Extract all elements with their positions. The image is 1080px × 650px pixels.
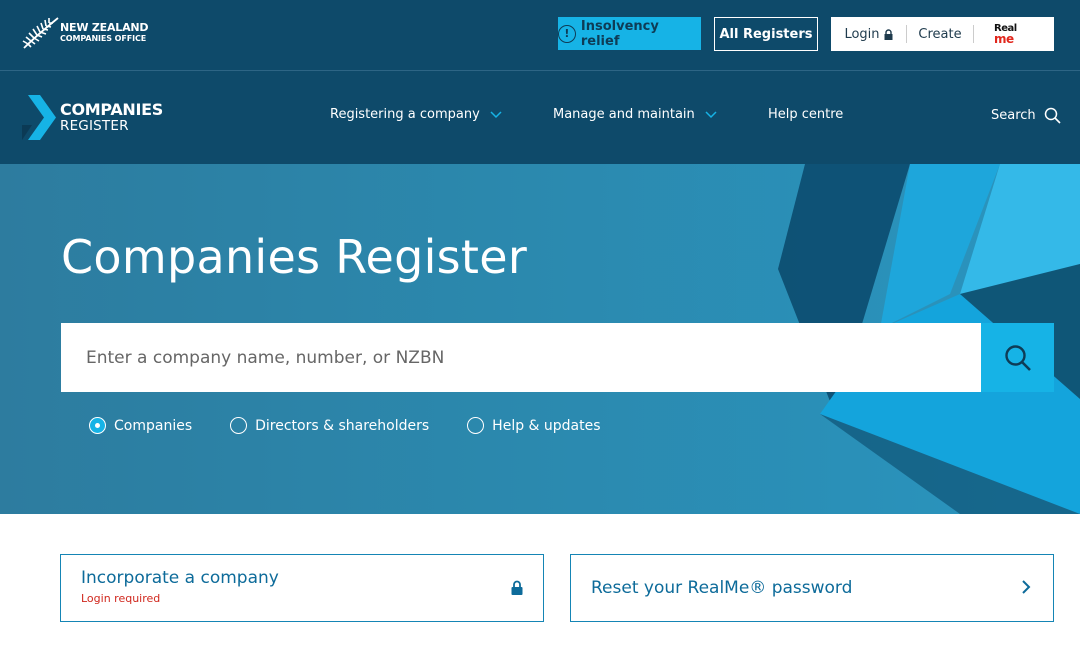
radio-label: Companies: [114, 417, 193, 434]
search-label: Search: [991, 108, 1036, 123]
realme-login-box: Login Create Real me: [831, 17, 1054, 51]
card-title: Reset your RealMe® password: [591, 578, 853, 598]
silver-fern-icon: [22, 17, 59, 49]
nav-manage-maintain[interactable]: Manage and maintain: [553, 107, 717, 122]
login-label: Login: [844, 26, 880, 42]
chevron-right-icon: [1022, 580, 1031, 594]
nav-registering-company[interactable]: Registering a company: [330, 107, 502, 122]
companies-register-logo[interactable]: COMPANIES REGISTER: [22, 95, 163, 140]
search-icon: [1044, 107, 1061, 124]
company-search-input[interactable]: [61, 323, 981, 392]
nav-label: Manage and maintain: [553, 107, 695, 122]
nav-label: Registering a company: [330, 107, 480, 122]
radio-help-updates[interactable]: Help & updates: [467, 417, 601, 434]
radio-selected-icon: [89, 417, 106, 434]
chevron-down-icon: [705, 110, 717, 118]
hero-banner: Companies Register Companies Directors &…: [0, 164, 1080, 514]
realme-logo[interactable]: Real me: [994, 24, 1017, 46]
radio-unselected-icon: [467, 417, 485, 434]
nav-label: Help centre: [768, 107, 844, 122]
radio-companies[interactable]: Companies: [89, 417, 192, 434]
all-registers-button[interactable]: All Registers: [714, 17, 818, 51]
login-link[interactable]: Login: [831, 27, 906, 42]
nz-companies-office-logo[interactable]: NEW ZEALAND COMPANIES OFFICE: [20, 14, 149, 52]
incorporate-company-card[interactable]: Incorporate a company Login required: [60, 554, 544, 622]
insolvency-relief-label: Insolvency relief: [580, 18, 659, 49]
radio-label: Help & updates: [492, 417, 601, 434]
lock-icon: [884, 28, 893, 40]
radio-unselected-icon: [230, 417, 248, 434]
chevron-down-icon: [490, 110, 502, 118]
divider: [973, 25, 974, 43]
login-required-note: Login required: [81, 592, 161, 605]
main-navigation: COMPANIES REGISTER Registering a company…: [0, 71, 1080, 164]
nav-help-centre[interactable]: Help centre: [768, 107, 843, 122]
chevron-logo-icon: [22, 95, 56, 140]
logo-line-2: COMPANIES OFFICE: [60, 34, 147, 43]
radio-directors-shareholders[interactable]: Directors & shareholders: [230, 417, 429, 434]
logo-subtitle: REGISTER: [60, 117, 129, 134]
logo-title: COMPANIES: [60, 99, 164, 119]
info-icon: !: [558, 24, 576, 43]
search-submit-button[interactable]: [981, 323, 1054, 392]
insolvency-relief-button[interactable]: ! Insolvency relief: [558, 17, 701, 50]
nav-search-link[interactable]: Search: [991, 107, 1061, 124]
company-search-bar: [61, 323, 1054, 392]
radio-label: Directors & shareholders: [255, 417, 430, 434]
top-utility-bar: NEW ZEALAND COMPANIES OFFICE ! Insolvenc…: [0, 0, 1080, 71]
create-link[interactable]: Create: [907, 27, 973, 42]
lock-icon: [511, 580, 523, 595]
reset-realme-password-card[interactable]: Reset your RealMe® password: [570, 554, 1054, 622]
card-title: Incorporate a company: [81, 568, 279, 588]
page-title: Companies Register: [61, 230, 528, 284]
search-scope-radio-group: Companies Directors & shareholders Help …: [89, 417, 639, 434]
logo-line-1: NEW ZEALAND: [60, 21, 149, 34]
realme-logo-bottom: me: [994, 32, 1014, 46]
search-icon: [1004, 344, 1031, 371]
